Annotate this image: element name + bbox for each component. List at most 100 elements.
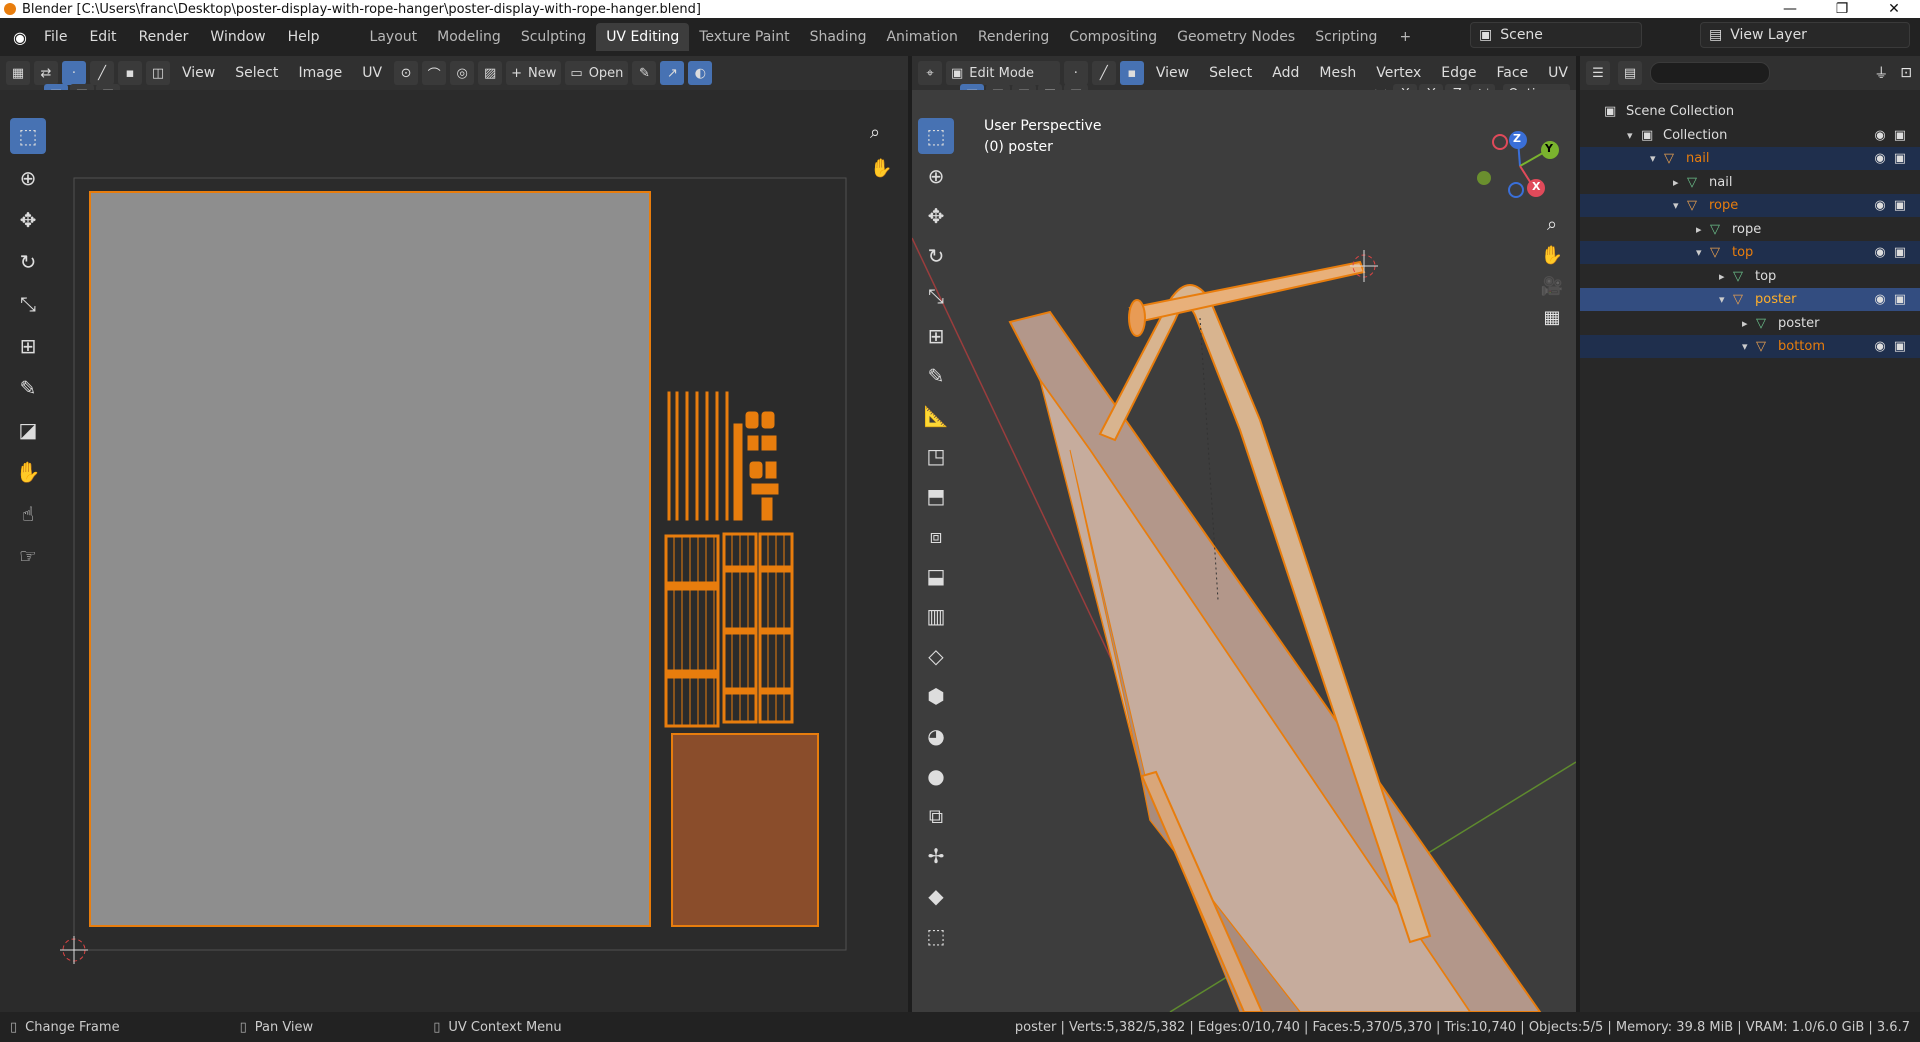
close-button[interactable]: ✕ [1868, 1, 1920, 17]
grab-tool-icon[interactable]: ✋ [10, 454, 46, 490]
workspace-tab-compositing[interactable]: Compositing [1059, 23, 1167, 51]
spin-tool-icon[interactable]: ◕ [918, 718, 954, 754]
rip-tool-icon[interactable]: ◪ [10, 412, 46, 448]
blender-menu-icon[interactable]: ◉ [8, 25, 32, 49]
outliner-row-poster[interactable]: ▸ ▽ poster [1580, 312, 1920, 335]
expand-toggle-icon[interactable]: ▾ [1673, 199, 1687, 212]
workspace-tab-geometry-nodes[interactable]: Geometry Nodes [1167, 23, 1305, 51]
new-image-button[interactable]: + New [506, 61, 562, 85]
vp-zoom-icon[interactable]: ⌕ [1547, 214, 1557, 235]
workspace-tab-rendering[interactable]: Rendering [968, 23, 1060, 51]
vertex-mode-icon[interactable]: · [1063, 61, 1088, 85]
rip-region-tool-icon[interactable]: ⬚ [918, 918, 954, 954]
uv-canvas[interactable] [0, 90, 908, 1012]
camera-icon[interactable]: ▣ [1894, 339, 1906, 354]
viewport-menu-edge[interactable]: Edge [1433, 65, 1484, 81]
workspace-tab-animation[interactable]: Animation [876, 23, 967, 51]
workspace-tab-shading[interactable]: Shading [800, 23, 877, 51]
eye-icon[interactable]: ◉ [1874, 151, 1885, 166]
proportional-icon[interactable]: ◎ [450, 61, 475, 85]
island-select-icon[interactable]: ◫ [146, 61, 170, 85]
select-box-tool-icon[interactable]: ⬚ [10, 118, 46, 154]
outliner-row-bottom[interactable]: ▾ ▽ bottom ◉ ▣ [1580, 335, 1920, 358]
outliner-row-top[interactable]: ▸ ▽ top [1580, 265, 1920, 288]
3d-cursor-icon[interactable] [1350, 250, 1378, 282]
camera-icon[interactable]: ▣ [1894, 198, 1906, 213]
loop-cut-tool-icon[interactable]: ▥ [918, 598, 954, 634]
uv-small-islands[interactable] [664, 391, 794, 728]
pin-icon[interactable]: ✎ [632, 61, 657, 85]
eye-icon[interactable]: ◉ [1874, 339, 1885, 354]
vp-rotate-tool-icon[interactable]: ↻ [918, 238, 954, 274]
expand-toggle-icon[interactable]: ▸ [1742, 317, 1756, 330]
minimize-button[interactable]: — [1764, 1, 1816, 17]
eye-icon[interactable]: ◉ [1874, 198, 1885, 213]
edge-mode-icon[interactable]: ╱ [1091, 61, 1116, 85]
expand-toggle-icon[interactable]: ▾ [1719, 293, 1733, 306]
uv-poster-island[interactable] [89, 191, 651, 927]
outliner-row-nail[interactable]: ▸ ▽ nail [1580, 171, 1920, 194]
vp-scale-tool-icon[interactable]: ⤡ [918, 278, 954, 314]
viewport-menu-add[interactable]: Add [1264, 65, 1307, 81]
outliner-row-nail[interactable]: ▾ ▽ nail ◉ ▣ [1580, 147, 1920, 170]
outliner-area[interactable]: ☰ ▤ ⏚ ⊡ ▣ Scene Collection ▾ ▣ Collection ◉ ▣ ▾… [1580, 56, 1920, 1012]
viewport-menu-select[interactable]: Select [1201, 65, 1260, 81]
shear-tool-icon[interactable]: ◆ [918, 878, 954, 914]
menu-file[interactable]: File [34, 25, 77, 49]
outliner-row-poster[interactable]: ▾ ▽ poster ◉ ▣ [1580, 288, 1920, 311]
uv-2d-cursor-icon[interactable] [60, 936, 88, 964]
scale-tool-icon[interactable]: ⤡ [10, 286, 46, 322]
pivot-icon[interactable]: ⊙ [394, 61, 419, 85]
expand-toggle-icon[interactable]: ▾ [1696, 246, 1710, 259]
eye-icon[interactable]: ◉ [1874, 292, 1885, 307]
camera-icon[interactable]: ▣ [1894, 128, 1906, 143]
expand-toggle-icon[interactable]: ▸ [1696, 223, 1710, 236]
menu-render[interactable]: Render [129, 25, 199, 49]
uv-sync-icon[interactable]: ⇄ [34, 61, 58, 85]
viewport-editor-type-icon[interactable]: ⌖ [918, 61, 942, 85]
open-image-button[interactable]: ▭ Open [565, 61, 629, 85]
smooth-tool-icon[interactable]: ● [918, 758, 954, 794]
viewport-menu-view[interactable]: View [1148, 65, 1197, 81]
measure-tool-icon[interactable]: 📐 [918, 398, 954, 434]
vertex-select-icon[interactable]: · [62, 61, 86, 85]
expand-toggle-icon[interactable]: ▾ [1650, 152, 1664, 165]
mode-selector[interactable]: ▣ Edit Mode [946, 61, 1060, 85]
3d-viewport-area[interactable]: Z Y X User Perspective (0) poster ⬚ ⊕ ✥ … [912, 90, 1576, 1012]
viewport-menu-uv[interactable]: UV [1540, 65, 1576, 81]
vp-annotate-tool-icon[interactable]: ✎ [918, 358, 954, 394]
viewport-menu-face[interactable]: Face [1489, 65, 1537, 81]
vp-transform-tool-icon[interactable]: ⊞ [918, 318, 954, 354]
expand-toggle-icon[interactable]: ▾ [1627, 129, 1641, 142]
outliner-row-rope[interactable]: ▾ ▽ rope ◉ ▣ [1580, 194, 1920, 217]
annotate-tool-icon[interactable]: ✎ [10, 370, 46, 406]
extrude-tool-icon[interactable]: ⬒ [918, 478, 954, 514]
workspace-tab-scripting[interactable]: Scripting [1305, 23, 1387, 51]
workspace-tab-texture-paint[interactable]: Texture Paint [689, 23, 799, 51]
nail-mesh[interactable] [1128, 260, 1366, 324]
cursor-tool-icon[interactable]: ⊕ [10, 160, 46, 196]
uv-menu-view[interactable]: View [174, 65, 223, 81]
gizmo-toggle-icon[interactable]: ↗ [660, 61, 685, 85]
image-browse-icon[interactable]: ▨ [478, 61, 503, 85]
add-cube-tool-icon[interactable]: ◳ [918, 438, 954, 474]
view-layer-selector[interactable]: ▤ View Layer [1700, 22, 1910, 48]
viewport-canvas[interactable] [912, 90, 1576, 1012]
outliner-row-top[interactable]: ▾ ▽ top ◉ ▣ [1580, 241, 1920, 264]
overlay-toggle-icon[interactable]: ◐ [688, 61, 713, 85]
relax-tool-icon[interactable]: ☝ [10, 496, 46, 532]
inset-tool-icon[interactable]: ⧈ [918, 518, 954, 554]
uv-menu-uv[interactable]: UV [354, 65, 390, 81]
vp-pan-icon[interactable]: ✋ [1541, 245, 1563, 266]
uv-editor-area[interactable]: ⬚ ⊕ ✥ ↻ ⤡ ⊞ ✎ ◪ ✋ ☝ ☞ ⌕ ✋ [0, 90, 908, 1012]
outliner-row-rope[interactable]: ▸ ▽ rope [1580, 218, 1920, 241]
vp-select-box-tool-icon[interactable]: ⬚ [918, 118, 954, 154]
uv-menu-select[interactable]: Select [227, 65, 286, 81]
face-mode-icon[interactable]: ▪ [1119, 61, 1144, 85]
gizmo-neg-y-icon[interactable] [1477, 171, 1491, 185]
move-tool-icon[interactable]: ✥ [10, 202, 46, 238]
face-select-icon[interactable]: ▪ [118, 61, 142, 85]
expand-toggle-icon[interactable]: ▸ [1719, 270, 1733, 283]
workspace-tab-uv-editing[interactable]: UV Editing [596, 23, 690, 51]
scene-selector[interactable]: ▣ Scene [1470, 22, 1642, 48]
